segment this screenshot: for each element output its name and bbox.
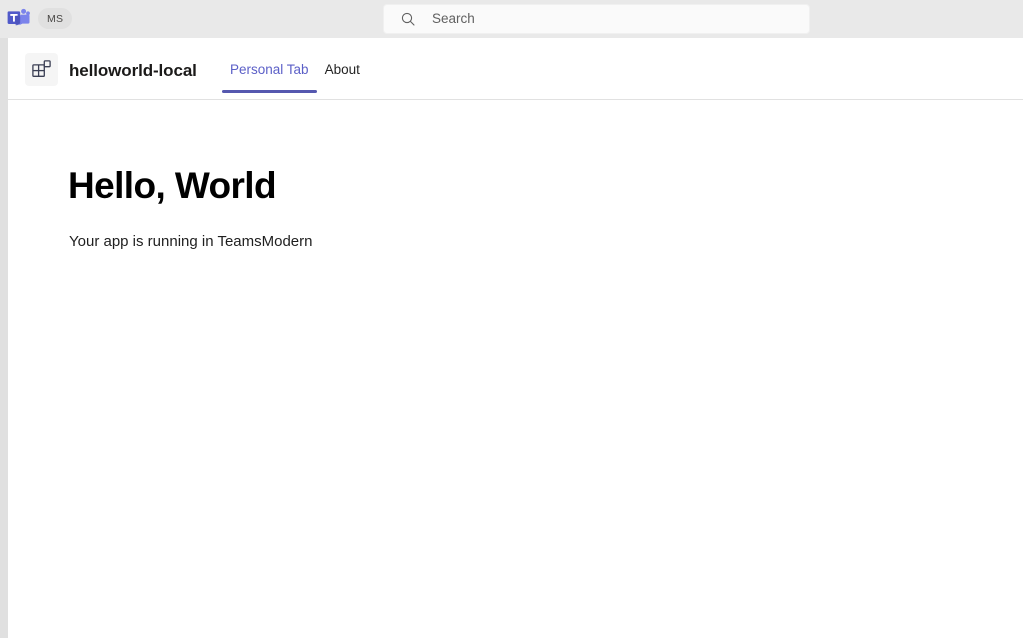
search-input[interactable]: Search: [432, 12, 475, 26]
tab-active-underline: [222, 90, 317, 93]
tabstrip: Personal Tab About: [222, 59, 368, 93]
hello-world-heading: Hello, World: [68, 165, 277, 206]
main-content: Hello, World Your app is running in Team…: [8, 100, 1023, 638]
left-rail: [0, 38, 8, 638]
app-running-status-text: Your app is running in TeamsModern: [69, 233, 313, 250]
search-icon: [400, 11, 416, 27]
tab-personal-tab-label: Personal Tab: [230, 62, 309, 77]
top-app-bar: MS Search: [0, 0, 1023, 38]
tab-about-label: About: [324, 62, 360, 77]
tab-personal-tab[interactable]: Personal Tab: [222, 59, 317, 93]
microsoft-teams-logo-icon[interactable]: [7, 8, 30, 30]
search-bar[interactable]: Search: [383, 4, 810, 34]
tab-about[interactable]: About: [317, 59, 368, 93]
page-title: helloworld-local: [69, 61, 197, 80]
apps-grid-icon[interactable]: [25, 53, 58, 86]
account-badge[interactable]: MS: [38, 8, 73, 29]
app-header: helloworld-local Personal Tab About: [8, 38, 1023, 100]
